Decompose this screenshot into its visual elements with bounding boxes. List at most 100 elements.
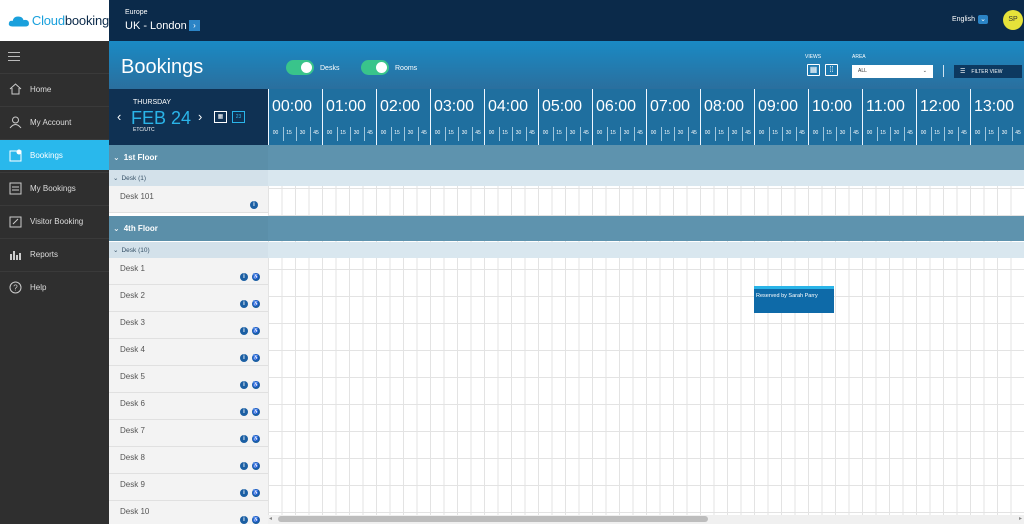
desk-row[interactable]: Desk 2 i ♿	[109, 285, 268, 312]
quarter-tick	[417, 127, 419, 141]
quarter-tick	[890, 127, 891, 141]
sidebar-item-reports[interactable]: Reports	[0, 238, 109, 269]
menu-icon[interactable]	[8, 52, 20, 62]
info-icon[interactable]: i	[240, 381, 248, 389]
region-chevron-right-icon[interactable]: ›	[189, 20, 200, 31]
today-calendar-icon[interactable]: 23	[232, 111, 245, 123]
accessible-icon[interactable]: ♿	[252, 489, 260, 497]
sidebar-item-bookings[interactable]: Bookings	[0, 139, 109, 170]
desks-toggle[interactable]	[286, 60, 314, 75]
chevron-left-icon[interactable]: ‹	[117, 109, 121, 124]
quarter-label: 45	[421, 130, 427, 136]
info-icon[interactable]: i	[240, 327, 248, 335]
desk-row[interactable]: Desk 5 i ♿	[109, 366, 268, 393]
info-icon[interactable]: i	[240, 489, 248, 497]
hour-label: 05:00	[542, 98, 583, 115]
scroll-thumb[interactable]	[278, 516, 708, 522]
info-icon[interactable]: i	[240, 435, 248, 443]
desk-type-label[interactable]: ⌄ Desk (10)	[109, 242, 268, 258]
accessible-icon[interactable]: ♿	[252, 381, 260, 389]
accessible-icon[interactable]: ♿	[252, 327, 260, 335]
area-label: AREA	[852, 54, 866, 60]
desk-row[interactable]: Desk 8 i ♿	[109, 447, 268, 474]
booking-block[interactable]: Reserved by Sarah Parry	[754, 286, 834, 313]
grid-view-icon[interactable]: ▦	[807, 64, 820, 76]
region-name[interactable]: UK - London	[125, 20, 187, 32]
quarter-tick	[984, 127, 986, 141]
sidebar-item-my-bookings[interactable]: My Bookings	[0, 172, 109, 203]
accessible-icon[interactable]: ♿	[252, 435, 260, 443]
chevron-down-icon[interactable]: ⌄	[978, 15, 988, 24]
booking-grid[interactable]	[268, 145, 1024, 515]
sidebar-item-label: Home	[30, 84, 52, 94]
desk-row[interactable]: Desk 9 i ♿	[109, 474, 268, 501]
desks-toggle-label: Desks	[320, 65, 340, 72]
desk-type-label[interactable]: ⌄ Desk (1)	[109, 170, 268, 186]
accessible-icon[interactable]: ♿	[252, 408, 260, 416]
quarter-tick	[633, 127, 635, 141]
timeline-hour: 08:00 00 15 30 45	[700, 89, 754, 145]
sidebar-item-my-account[interactable]: My Account	[0, 106, 109, 137]
info-icon[interactable]: i	[250, 201, 258, 209]
desk-row[interactable]: Desk 10 i ♿	[109, 501, 268, 524]
info-icon[interactable]: i	[240, 273, 248, 281]
info-icon[interactable]: i	[240, 408, 248, 416]
quarter-label: 30	[353, 130, 360, 136]
quarter-tick	[552, 127, 554, 141]
accessible-icon[interactable]: ♿	[252, 273, 260, 281]
desk-name: Desk 10	[120, 507, 150, 516]
desk-row[interactable]: Desk 101 i	[109, 186, 268, 213]
hour-label: 07:00	[650, 98, 691, 115]
rooms-toggle[interactable]	[361, 60, 389, 75]
floor-label[interactable]: ⌄ 4th Floor	[109, 216, 268, 241]
desk-row[interactable]: Desk 7 i ♿	[109, 420, 268, 447]
info-icon[interactable]: i	[240, 462, 248, 470]
language-selector[interactable]: English	[952, 16, 975, 23]
desk-row[interactable]: Desk 1 i ♿	[109, 258, 268, 285]
avatar[interactable]: SP	[1003, 10, 1023, 30]
timeline-header: 00:00 00 15 30 45 01:00 00 15 30 45 02:00 00 15 30 45 0…	[268, 89, 1024, 145]
sidebar-item-help[interactable]: ? Help	[0, 271, 109, 302]
quarter-label: 45	[1015, 130, 1021, 136]
quarter-tick	[296, 127, 297, 141]
quarter-label: 00	[920, 130, 927, 136]
accessible-icon[interactable]: ♿	[252, 462, 260, 470]
timeline-hour: 07:00 00 15 30 45	[646, 89, 700, 145]
region-continent: Europe	[125, 9, 148, 16]
quarter-label: 30	[1001, 130, 1008, 136]
quarter-tick	[579, 127, 581, 141]
scroll-left-icon[interactable]: ◂	[269, 515, 272, 522]
sidebar-item-home[interactable]: Home	[0, 73, 109, 104]
quarter-label: 45	[475, 130, 481, 136]
hour-label: 08:00	[704, 98, 745, 115]
accessible-icon[interactable]: ♿	[252, 516, 260, 524]
timeline-hour: 01:00 00 15 30 45	[322, 89, 376, 145]
filter-view-button[interactable]: ☰ FILTER VIEW	[954, 65, 1022, 78]
desk-row[interactable]: Desk 6 i ♿	[109, 393, 268, 420]
sidebar-item-visitor-booking[interactable]: Visitor Booking	[0, 205, 109, 236]
accessible-icon[interactable]: ♿	[252, 354, 260, 362]
floor-label[interactable]: ⌄ 1st Floor	[109, 145, 268, 170]
horizontal-scrollbar[interactable]: ◂ ▸	[268, 515, 1024, 524]
chevron-right-icon[interactable]: ›	[198, 109, 202, 124]
area-select[interactable]: ALL ⌄	[852, 65, 933, 78]
info-icon[interactable]: i	[240, 354, 248, 362]
list-view-icon[interactable]: ⁞⁞	[825, 64, 838, 76]
quarter-tick	[998, 127, 999, 141]
info-icon[interactable]: i	[240, 516, 248, 524]
logo[interactable]: Cloudbooking	[0, 0, 109, 41]
desk-row[interactable]: Desk 3 i ♿	[109, 312, 268, 339]
quarter-tick	[768, 127, 770, 141]
quarter-label: 30	[461, 130, 468, 136]
calendar-icon[interactable]: ▦	[214, 111, 227, 123]
quarter-label: 00	[488, 130, 495, 136]
quarter-label: 00	[326, 130, 333, 136]
desk-row[interactable]: Desk 4 i ♿	[109, 339, 268, 366]
scroll-right-icon[interactable]: ▸	[1019, 515, 1022, 522]
quarter-tick	[336, 127, 338, 141]
quarter-label: 15	[880, 130, 886, 136]
current-date[interactable]: FEB 24	[131, 108, 191, 129]
quarter-tick	[876, 127, 878, 141]
accessible-icon[interactable]: ♿	[252, 300, 260, 308]
info-icon[interactable]: i	[240, 300, 248, 308]
